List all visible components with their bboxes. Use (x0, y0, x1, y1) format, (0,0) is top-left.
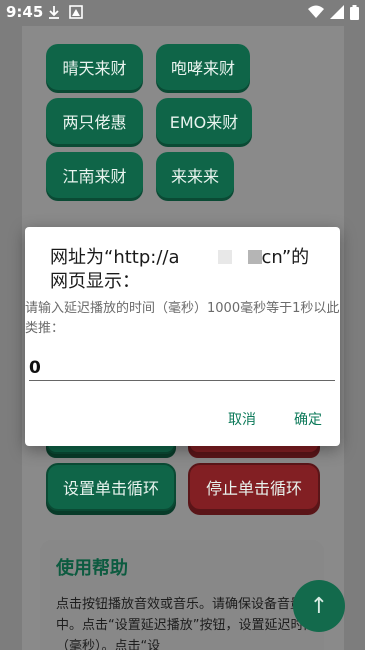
sound-button-5[interactable]: 江南来财 (46, 152, 143, 198)
stop-loop-label: 停止单击循环 (205, 479, 302, 498)
sound-button-4[interactable]: EMO来财 (156, 98, 252, 144)
signal-icon (330, 5, 344, 19)
sound-button-label: 咆哮来财 (170, 59, 235, 78)
stop-loop-button[interactable]: 停止单击循环 (188, 463, 320, 511)
status-bar: 9:45 (0, 0, 365, 26)
sound-button-label: EMO来财 (169, 113, 239, 132)
redaction-mask (247, 250, 262, 264)
redaction-mask (217, 250, 232, 264)
sound-button-label: 两只佬惠 (62, 113, 127, 132)
sound-button-3[interactable]: 两只佬惠 (46, 98, 143, 144)
sound-button-label: 江南来财 (62, 167, 127, 186)
help-text: 点击按钮播放音效或音乐。请确保设备音量适中。点击“设置延迟播放”按钮，设置延迟时… (56, 597, 317, 650)
wifi-icon (308, 5, 324, 18)
help-title: 使用帮助 (56, 558, 128, 579)
dialog-message: 请输入延迟播放的时间（毫秒）1000毫秒等于1秒以此类推： (25, 301, 340, 336)
delay-input[interactable] (29, 355, 335, 381)
image-icon (69, 5, 83, 19)
status-time: 9:45 (6, 3, 44, 21)
help-card: 使用帮助 点击按钮播放音效或音乐。请确保设备音量适中。点击“设置延迟播放”按钮，… (40, 540, 324, 650)
scroll-top-button[interactable]: ↑ (293, 580, 345, 632)
prompt-dialog: 网址为“http://a cn”的网页显示： 请输入延迟播放的时间（毫秒）1000… (25, 227, 340, 446)
arrow-up-icon: ↑ (309, 593, 329, 619)
sound-button-2[interactable]: 咆哮来财 (156, 44, 250, 90)
sound-button-1[interactable]: 晴天来财 (46, 44, 143, 90)
sound-button-label: 晴天来财 (62, 59, 127, 78)
download-icon (49, 6, 59, 19)
cancel-button[interactable]: 取消 (228, 409, 256, 429)
dialog-title-prefix: 网址为“http://a (50, 247, 180, 268)
sound-button-6[interactable]: 来来来 (156, 152, 234, 198)
dialog-actions: 取消 确定 (228, 409, 322, 429)
dialog-title: 网址为“http://a cn”的网页显示： (50, 246, 320, 294)
status-right-icons (308, 4, 359, 20)
ok-button[interactable]: 确定 (294, 409, 322, 429)
battery-icon (350, 4, 359, 20)
set-loop-button[interactable]: 设置单击循环 (46, 463, 176, 511)
set-loop-label: 设置单击循环 (62, 479, 159, 498)
sound-button-label: 来来来 (170, 167, 219, 186)
